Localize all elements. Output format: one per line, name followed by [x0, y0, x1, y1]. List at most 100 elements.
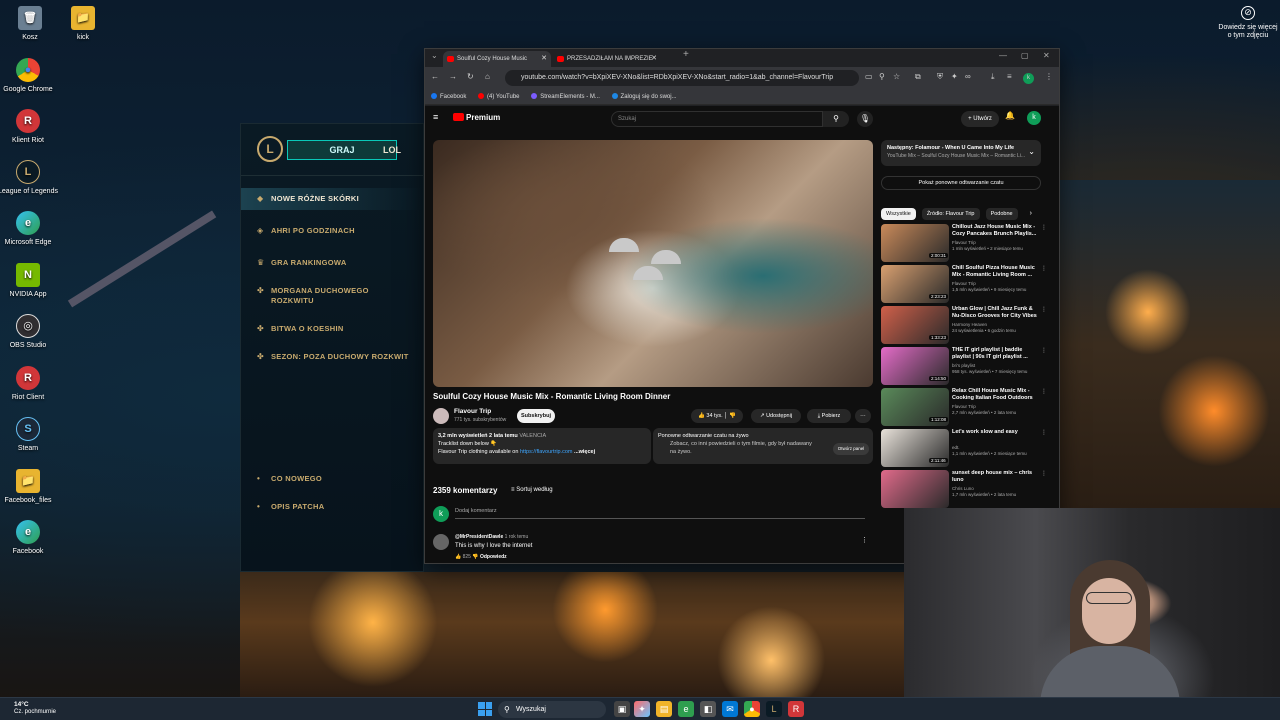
youtube-logo[interactable]: Premium	[453, 113, 500, 122]
outlook-icon[interactable]: ✉	[722, 701, 738, 717]
wallpaper-info-button[interactable]: ⊘ Dowiedz się więcej o tym zdjęciu	[1218, 6, 1278, 40]
news-item-morgana[interactable]: ✤ MORGANA DUCHOWEGO ROZKWITU	[241, 286, 423, 306]
media-icon[interactable]: ≡	[1007, 72, 1012, 81]
minimize-icon[interactable]: —	[999, 51, 1007, 60]
news-item-skins[interactable]: ◆ NOWE RÓŻNE SKÓRKI	[241, 188, 423, 210]
copilot-icon[interactable]: ✦	[634, 701, 650, 717]
file-explorer-icon[interactable]: ▤	[656, 701, 672, 717]
taskbar-search[interactable]: ⚲ Wyszukaj	[498, 701, 606, 718]
search-input[interactable]: Szukaj	[611, 111, 823, 127]
tab-youtube[interactable]: Soulful Cozy House Music ✕	[443, 51, 551, 67]
show-more-link[interactable]: ...więcej	[574, 449, 595, 455]
address-bar[interactable]: youtube.com/watch?v=bXpiXEV-XNo&list=RDb…	[505, 70, 859, 86]
thumbs-up-icon[interactable]: 👍	[455, 554, 461, 560]
download-icon[interactable]: ⤓	[991, 72, 995, 82]
close-tab-icon[interactable]: ✕	[541, 51, 547, 67]
news-item-season[interactable]: ✤ SEZON: POZA DUCHOWY ROZKWIT	[241, 352, 423, 362]
recommendation-title[interactable]: Let's work slow and easy	[952, 429, 1038, 436]
desktop-icon-facebook[interactable]: e Facebook	[0, 520, 58, 556]
subscribe-button[interactable]: Subskrybuj	[517, 409, 555, 423]
more-actions-button[interactable]: ⋯	[855, 409, 871, 423]
reply-button[interactable]: Odpowiedz	[480, 554, 507, 560]
more-vertical-icon[interactable]: ⋮	[1041, 306, 1047, 313]
more-vertical-icon[interactable]: ⋮	[1041, 347, 1047, 354]
recommendation-item[interactable]: 1:12:08 Relax Chill House Music Mix - Coo…	[881, 388, 1051, 426]
more-vertical-icon[interactable]: ⋮	[1041, 429, 1047, 436]
open-panel-button[interactable]: Otwórz panel	[833, 443, 869, 455]
news-item-patch-notes[interactable]: • OPIS PATCHA	[241, 502, 423, 512]
channel-avatar[interactable]	[433, 408, 449, 424]
store-icon[interactable]: ◧	[700, 701, 716, 717]
league-icon[interactable]: L	[766, 701, 782, 717]
recommendation-title[interactable]: Chill Soulful Pizza House Music Mix - Ro…	[952, 265, 1038, 279]
download-button[interactable]: ⤓ Pobierz	[807, 409, 851, 423]
up-next-panel[interactable]: Następny: Folamour - When U Came Into My…	[881, 140, 1041, 166]
more-vertical-icon[interactable]: ⋮	[1041, 265, 1047, 272]
link-icon[interactable]: ∞	[965, 72, 971, 81]
commenter-avatar[interactable]	[433, 534, 449, 550]
desktop-icon-facebook-files[interactable]: 📁 Facebook_files	[0, 469, 58, 505]
chevron-right-icon[interactable]: ›	[1030, 210, 1032, 217]
news-item-koeshin[interactable]: ✤ BITWA O KOESHIN	[241, 324, 423, 334]
desktop-icon-recycle-bin[interactable]: 🗑 Kosz	[0, 6, 60, 42]
desktop-icon-steam[interactable]: S Steam	[0, 417, 58, 453]
more-vertical-icon[interactable]: ⋮	[1041, 470, 1047, 477]
menu-kebab-icon[interactable]: ⋮	[1045, 72, 1053, 81]
chevron-down-icon[interactable]: ⌄	[1028, 148, 1035, 156]
comment-author[interactable]: @MrPresidentDawle 1 rok temu	[455, 534, 528, 540]
recommendation-title[interactable]: Chillout Jazz House Music Mix - Cozy Pan…	[952, 224, 1038, 238]
description-box[interactable]: 3,2 mln wyświetleń 2 lata temu VALENCIA …	[433, 428, 651, 464]
desktop-icon-klient-riot[interactable]: R Klient Riot	[0, 109, 58, 145]
close-window-icon[interactable]: ✕	[1043, 51, 1050, 60]
profile-avatar-icon[interactable]: k	[1023, 73, 1034, 84]
chip-related[interactable]: Podobne	[985, 208, 1018, 220]
recommendation-item[interactable]: sunset deep house mix – chris luno Chris …	[881, 470, 1051, 508]
recommendation-title[interactable]: THE IT girl playlist | baddie playlist |…	[952, 347, 1038, 361]
news-item-ahri[interactable]: ◈ AHRI PO GODZINACH	[241, 226, 423, 236]
account-avatar[interactable]: k	[1027, 111, 1041, 125]
bookmark-streamelements[interactable]: StreamElements - M...	[531, 93, 600, 100]
forward-icon[interactable]: →	[449, 72, 457, 81]
comment-menu-icon[interactable]: ⋮	[861, 536, 868, 544]
create-button[interactable]: + Utwórz	[961, 111, 999, 127]
recommendation-thumbnail[interactable]	[881, 470, 949, 508]
back-icon[interactable]: ←	[431, 72, 439, 81]
maximize-icon[interactable]: ▢	[1021, 51, 1029, 60]
sort-comments-button[interactable]: ≡ Sortuj według	[511, 487, 553, 493]
share-button[interactable]: ↗ Udostępnij	[751, 409, 801, 423]
channel-name[interactable]: Flavour Trip	[454, 408, 491, 415]
chip-source[interactable]: Źródło: Flavour Trip	[921, 208, 980, 220]
tab-second[interactable]: PRZESADZIŁAM NA IMPREZIE ✕	[553, 51, 661, 67]
voice-search-button[interactable]: 🎙	[857, 111, 873, 127]
desktop-icon-chrome[interactable]: ● Google Chrome	[0, 58, 58, 94]
league-logo-icon[interactable]: L	[257, 136, 283, 162]
close-tab-icon[interactable]: ✕	[651, 51, 657, 67]
more-vertical-icon[interactable]: ⋮	[1041, 224, 1047, 231]
desktop-icon-riot-client[interactable]: R Riot Client	[0, 366, 58, 402]
description-link[interactable]: https://flavourtrip.com	[520, 449, 573, 455]
extensions-icon[interactable]: ⧉	[915, 72, 921, 82]
search-button[interactable]: ⚲	[823, 111, 849, 127]
desktop-icon-obs[interactable]: ◎ OBS Studio	[0, 314, 58, 350]
recommendation-item[interactable]: 1:33:23 Urban Glow | Chill Jazz Funk & Nu…	[881, 306, 1051, 344]
task-view-icon[interactable]: ▣	[614, 701, 630, 717]
more-vertical-icon[interactable]: ⋮	[1041, 388, 1047, 395]
recommendation-title[interactable]: Relax Chill House Music Mix - Cooking It…	[952, 388, 1038, 402]
hamburger-menu-icon[interactable]: ≡	[433, 112, 438, 122]
add-comment-input[interactable]: Dodaj komentarz	[455, 508, 865, 519]
desktop-icon-edge[interactable]: e Microsoft Edge	[0, 211, 58, 247]
show-chat-replay-button[interactable]: Pokaż ponowne odtwarzanie czatu	[881, 176, 1041, 190]
recommendation-title[interactable]: Urban Glow | Chill Jazz Funk & Nu-Disco …	[952, 306, 1038, 320]
news-item-ranked[interactable]: ♛ GRA RANKINGOWA	[241, 258, 423, 268]
thumbs-down-icon[interactable]: 👎	[472, 554, 478, 560]
desktop-icon-league[interactable]: L League of Legends	[0, 160, 58, 196]
like-dislike-button[interactable]: 👍 34 tys. │ 👎	[691, 409, 743, 423]
bookmark-star-icon[interactable]: ☆	[893, 72, 900, 81]
reload-icon[interactable]: ↻	[467, 72, 474, 81]
desktop-icon-kick[interactable]: 📁 kick	[53, 6, 113, 42]
recommendation-item[interactable]: 2:00:31 Chillout Jazz House Music Mix - C…	[881, 224, 1051, 262]
bookmark-login[interactable]: Zaloguj się do swoj...	[611, 93, 677, 100]
weather-widget[interactable]: 14°C Cz. pochmurnie	[14, 701, 56, 716]
bookmark-youtube[interactable]: (4) YouTube	[478, 93, 520, 100]
riot-icon[interactable]: R	[788, 701, 804, 717]
